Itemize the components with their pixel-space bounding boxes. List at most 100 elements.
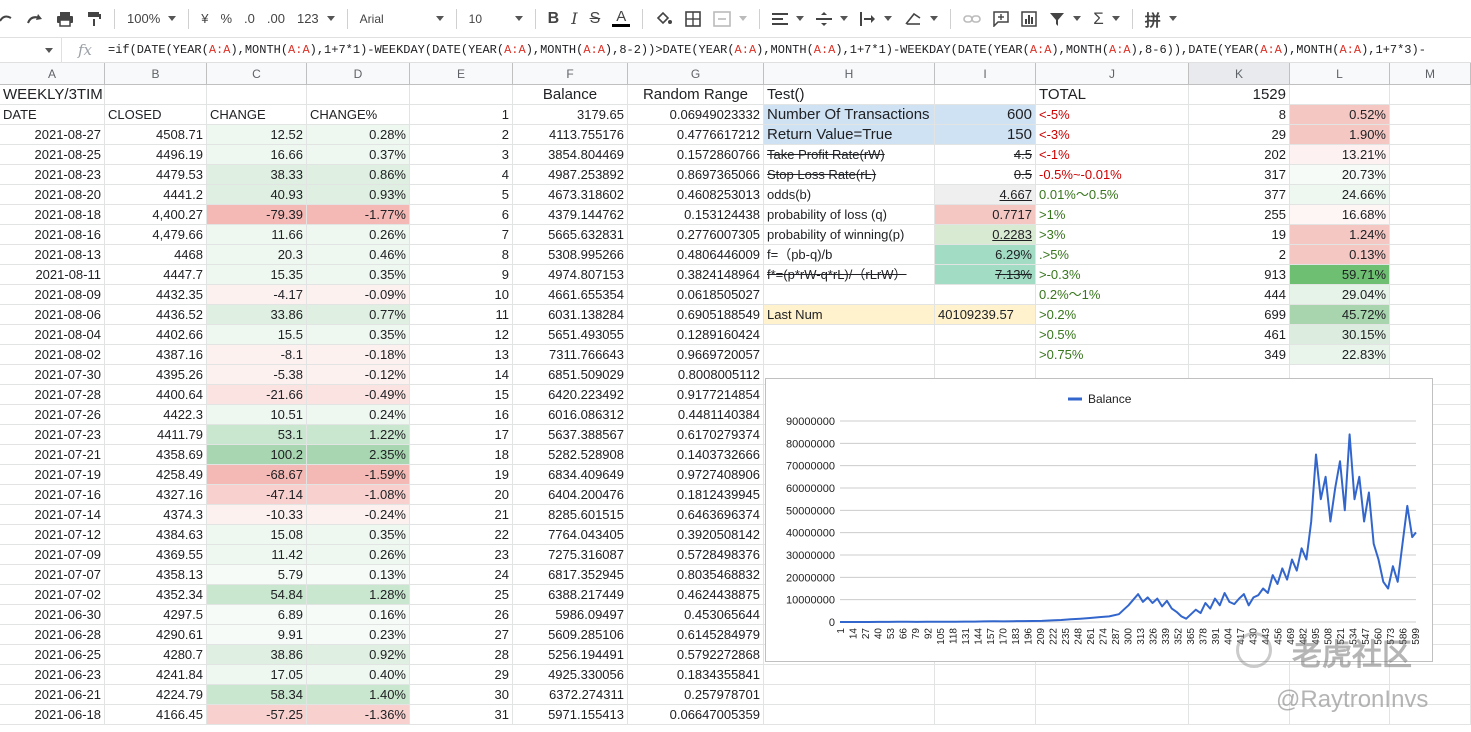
change-cell[interactable]: 38.33 bbox=[207, 165, 307, 185]
random-range-cell[interactable]: 0.6170279374 bbox=[628, 425, 764, 445]
grid-cell[interactable] bbox=[1390, 205, 1471, 225]
balance-cell[interactable]: 5308.995266 bbox=[513, 245, 628, 265]
change-cell[interactable]: 12.52 bbox=[207, 125, 307, 145]
change-pct-cell[interactable]: 0.77% bbox=[307, 305, 410, 325]
formula-input[interactable]: =if(DATE(YEAR(A:A),MONTH(A:A),1+7*1)-WEE… bbox=[108, 43, 1471, 57]
date-cell[interactable]: 2021-07-19 bbox=[0, 465, 105, 485]
change-pct-cell[interactable]: 0.26% bbox=[307, 225, 410, 245]
bucket-label[interactable]: >0.2% bbox=[1036, 305, 1189, 325]
closed-cell[interactable]: 4402.66 bbox=[105, 325, 207, 345]
closed-cell[interactable]: 4290.61 bbox=[105, 625, 207, 645]
bucket-count[interactable]: 377 bbox=[1189, 185, 1290, 205]
closed-cell[interactable]: 4374.3 bbox=[105, 505, 207, 525]
random-range-cell[interactable]: 0.153124438 bbox=[628, 205, 764, 225]
balance-cell[interactable]: 6016.086312 bbox=[513, 405, 628, 425]
random-range-cell[interactable]: 0.8697365066 bbox=[628, 165, 764, 185]
balance-cell[interactable]: 5282.528908 bbox=[513, 445, 628, 465]
change-pct-cell[interactable]: -0.24% bbox=[307, 505, 410, 525]
bucket-pct[interactable]: 59.71% bbox=[1290, 265, 1390, 285]
link-icon[interactable] bbox=[957, 6, 987, 32]
balance-cell[interactable]: 6834.409649 bbox=[513, 465, 628, 485]
change-pct-cell[interactable]: 0.93% bbox=[307, 185, 410, 205]
random-range-cell[interactable]: 0.1834355841 bbox=[628, 665, 764, 685]
change-pct-cell[interactable]: -0.18% bbox=[307, 345, 410, 365]
change-cell[interactable]: -4.17 bbox=[207, 285, 307, 305]
index-cell[interactable]: 9 bbox=[410, 265, 513, 285]
grid-cell[interactable] bbox=[307, 85, 410, 105]
param-value[interactable]: 600 bbox=[935, 105, 1036, 125]
date-cell[interactable]: 2021-08-27 bbox=[0, 125, 105, 145]
grid-cell[interactable] bbox=[1036, 665, 1189, 685]
change-cell[interactable]: 11.66 bbox=[207, 225, 307, 245]
column-header-f[interactable]: F bbox=[513, 63, 628, 85]
index-cell[interactable]: 29 bbox=[410, 665, 513, 685]
bucket-pct[interactable]: 22.83% bbox=[1290, 345, 1390, 365]
column-header-c[interactable]: C bbox=[207, 63, 307, 85]
closed-cell[interactable]: 4,479.66 bbox=[105, 225, 207, 245]
change-cell[interactable]: 15.5 bbox=[207, 325, 307, 345]
change-cell[interactable]: 16.66 bbox=[207, 145, 307, 165]
increase-decimal-button[interactable]: .00 bbox=[261, 6, 291, 32]
date-cell[interactable]: 2021-08-02 bbox=[0, 345, 105, 365]
grid-cell[interactable] bbox=[764, 665, 935, 685]
closed-cell[interactable]: 4400.64 bbox=[105, 385, 207, 405]
index-cell[interactable]: 18 bbox=[410, 445, 513, 465]
grid-cell[interactable] bbox=[1390, 305, 1471, 325]
index-cell[interactable]: 3 bbox=[410, 145, 513, 165]
balance-cell[interactable]: 4987.253892 bbox=[513, 165, 628, 185]
index-cell[interactable]: 25 bbox=[410, 585, 513, 605]
change-pct-cell[interactable]: 0.40% bbox=[307, 665, 410, 685]
bucket-count[interactable]: 444 bbox=[1189, 285, 1290, 305]
index-cell[interactable]: 14 bbox=[410, 365, 513, 385]
bucket-label[interactable]: >-0.3% bbox=[1036, 265, 1189, 285]
index-cell[interactable]: 20 bbox=[410, 485, 513, 505]
grid-cell[interactable] bbox=[1390, 85, 1471, 105]
change-pct-cell[interactable]: 1.22% bbox=[307, 425, 410, 445]
param-value[interactable]: 0.7717 bbox=[935, 205, 1036, 225]
bucket-pct[interactable]: 16.68% bbox=[1290, 205, 1390, 225]
print-icon[interactable] bbox=[50, 6, 80, 32]
balance-cell[interactable]: 7311.766643 bbox=[513, 345, 628, 365]
param-label[interactable]: Return Value=True bbox=[764, 125, 935, 145]
param-label[interactable]: f*=(p*rW-q*rL)/（rLrW） bbox=[764, 265, 935, 285]
balance-cell[interactable]: 7764.043405 bbox=[513, 525, 628, 545]
date-cell[interactable]: 2021-07-12 bbox=[0, 525, 105, 545]
grid-cell[interactable] bbox=[1390, 225, 1471, 245]
change-cell[interactable]: 54.84 bbox=[207, 585, 307, 605]
param-value[interactable]: 6.29% bbox=[935, 245, 1036, 265]
change-cell[interactable]: -47.14 bbox=[207, 485, 307, 505]
param-value[interactable]: 4.667 bbox=[935, 185, 1036, 205]
change-cell[interactable]: 20.3 bbox=[207, 245, 307, 265]
date-cell[interactable]: 2021-07-02 bbox=[0, 585, 105, 605]
header-date[interactable]: DATE bbox=[0, 105, 105, 125]
bucket-pct[interactable]: 0.13% bbox=[1290, 245, 1390, 265]
random-range-cell[interactable]: 0.9669720057 bbox=[628, 345, 764, 365]
bucket-label[interactable]: <-3% bbox=[1036, 125, 1189, 145]
date-cell[interactable]: 2021-08-18 bbox=[0, 205, 105, 225]
index-cell[interactable]: 6 bbox=[410, 205, 513, 225]
grid-cell[interactable] bbox=[935, 665, 1036, 685]
random-range-cell[interactable]: 0.4806446009 bbox=[628, 245, 764, 265]
random-range-cell[interactable]: 0.4624438875 bbox=[628, 585, 764, 605]
bucket-label[interactable]: -0.5%~-0.01% bbox=[1036, 165, 1189, 185]
balance-cell[interactable]: 8285.601515 bbox=[513, 505, 628, 525]
random-range-cell[interactable]: 0.4776617212 bbox=[628, 125, 764, 145]
date-cell[interactable]: 2021-07-07 bbox=[0, 565, 105, 585]
bucket-count[interactable]: 461 bbox=[1189, 325, 1290, 345]
change-cell[interactable]: -79.39 bbox=[207, 205, 307, 225]
grid-cell[interactable] bbox=[935, 685, 1036, 705]
change-cell[interactable]: 15.08 bbox=[207, 525, 307, 545]
balance-cell[interactable]: 6372.274311 bbox=[513, 685, 628, 705]
closed-cell[interactable]: 4166.45 bbox=[105, 705, 207, 725]
valign-icon[interactable] bbox=[810, 6, 854, 32]
comment-icon[interactable] bbox=[987, 6, 1015, 32]
bucket-pct[interactable]: 30.15% bbox=[1290, 325, 1390, 345]
functions-icon[interactable]: Σ bbox=[1087, 6, 1126, 32]
redo-icon[interactable] bbox=[0, 6, 20, 32]
balance-cell[interactable]: 5986.09497 bbox=[513, 605, 628, 625]
index-cell[interactable]: 8 bbox=[410, 245, 513, 265]
change-pct-cell[interactable]: 0.92% bbox=[307, 645, 410, 665]
date-cell[interactable]: 2021-08-13 bbox=[0, 245, 105, 265]
change-cell[interactable]: -57.25 bbox=[207, 705, 307, 725]
closed-cell[interactable]: 4358.69 bbox=[105, 445, 207, 465]
